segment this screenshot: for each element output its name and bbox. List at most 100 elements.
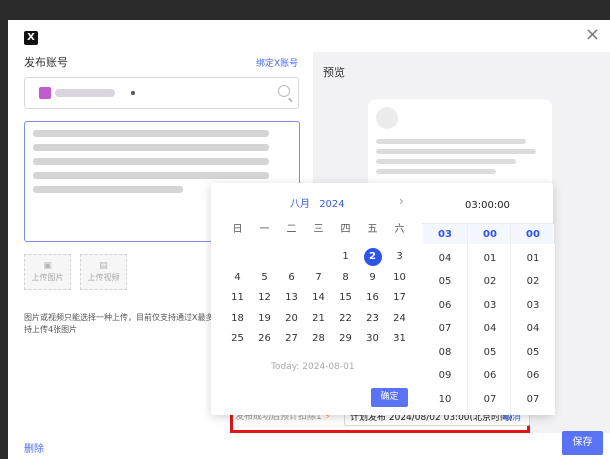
calendar-day[interactable]: 18	[224, 309, 251, 329]
hour-option[interactable]: 09	[423, 364, 467, 388]
calendar-day[interactable]: 23	[359, 309, 386, 329]
minute-option[interactable]: 07	[468, 388, 512, 412]
upload-note: 图片或视频只能选择一种上传，目前仅支持通过X最多支持上传4张图片	[24, 313, 222, 334]
calendar-day[interactable]: 16	[359, 288, 386, 308]
second-column[interactable]: 00 01 02 03 04 05 06 07	[510, 223, 555, 415]
calendar-day[interactable]: 13	[278, 288, 305, 308]
blurred-text-line	[33, 144, 269, 151]
minute-option[interactable]: 03	[468, 294, 512, 318]
calendar-day[interactable]: 12	[251, 288, 278, 308]
calendar-day[interactable]: 20	[278, 309, 305, 329]
x-logo-icon: X	[24, 31, 38, 45]
calendar-day-selected[interactable]: 2	[359, 247, 386, 267]
save-button[interactable]: 保存	[562, 431, 603, 455]
blurred-text-line	[33, 130, 269, 137]
hour-option[interactable]: 03	[423, 223, 467, 247]
second-option[interactable]: 07	[511, 388, 555, 412]
minute-option[interactable]: 05	[468, 341, 512, 365]
year-label[interactable]: 2024	[319, 199, 344, 210]
second-option[interactable]: 00	[511, 223, 555, 247]
footer-bar: 删除	[8, 433, 610, 459]
calendar-panel: 八月 2024 › 日一二三四五六 1 2 3 4 5 6 7 8 9 10 11 12 13 14 15 16…	[211, 183, 420, 415]
account-dot	[131, 91, 135, 95]
calendar-day[interactable]: 1	[332, 247, 359, 267]
minute-option[interactable]: 02	[468, 270, 512, 294]
second-option[interactable]: 06	[511, 364, 555, 388]
hour-option[interactable]: 07	[423, 317, 467, 341]
calendar-day[interactable]: 11	[224, 288, 251, 308]
calendar-day[interactable]: 3	[386, 247, 413, 267]
second-option[interactable]: 03	[511, 294, 555, 318]
calendar-day[interactable]: 25	[224, 329, 251, 349]
account-avatar	[39, 87, 51, 99]
calendar-day[interactable]: 7	[305, 268, 332, 288]
account-select[interactable]	[24, 77, 299, 109]
next-month-icon[interactable]: ›	[399, 194, 404, 208]
second-option[interactable]: 02	[511, 270, 555, 294]
calendar-day[interactable]: 14	[305, 288, 332, 308]
second-option[interactable]: 01	[511, 247, 555, 271]
weekday-label: 一	[259, 224, 270, 235]
preview-label: 预览	[323, 66, 345, 79]
hour-option[interactable]: 05	[423, 270, 467, 294]
weekday-label: 日	[232, 224, 243, 235]
minute-option[interactable]: 00	[468, 223, 512, 247]
weekday-label: 五	[367, 224, 378, 235]
calendar-day[interactable]: 6	[278, 268, 305, 288]
today-label[interactable]: Today: 2024-08-01	[271, 362, 355, 372]
second-option[interactable]: 04	[511, 317, 555, 341]
calendar-day[interactable]: 27	[278, 329, 305, 349]
minute-column[interactable]: 00 01 02 03 04 05 06 07	[467, 223, 512, 415]
calendar-day[interactable]: 30	[359, 329, 386, 349]
upload-video-button[interactable]: ▤ 上传视频	[80, 254, 127, 290]
hour-column[interactable]: 03 04 05 06 07 08 09 10	[423, 224, 467, 415]
calendar-day[interactable]: 5	[251, 268, 278, 288]
calendar-day[interactable]: 29	[332, 329, 359, 349]
video-icon: ▤	[99, 261, 108, 271]
calendar-day[interactable]: 9	[359, 268, 386, 288]
upload-image-button[interactable]: ▣ 上传图片	[24, 254, 71, 290]
calendar-header: 八月 2024 ›	[211, 194, 420, 211]
weekday-label: 四	[340, 224, 351, 235]
month-label[interactable]: 八月	[290, 199, 310, 210]
bind-account-link[interactable]: 绑定X账号	[256, 56, 298, 69]
calendar-day[interactable]: 26	[251, 329, 278, 349]
second-option[interactable]: 05	[511, 341, 555, 365]
preview-text-line	[376, 169, 496, 174]
preview-text-line	[376, 159, 516, 164]
hour-option[interactable]: 10	[423, 388, 467, 412]
upload-image-label: 上传图片	[31, 273, 64, 282]
preview-card	[368, 99, 552, 189]
calendar-day[interactable]: 31	[386, 329, 413, 349]
calendar-day[interactable]: 22	[332, 309, 359, 329]
hour-option[interactable]: 04	[423, 247, 467, 271]
search-icon[interactable]	[278, 85, 290, 97]
preview-avatar	[376, 107, 398, 129]
calendar-day[interactable]: 28	[305, 329, 332, 349]
upload-video-label: 上传视频	[87, 273, 120, 282]
delete-link[interactable]: 删除	[24, 440, 44, 455]
weekday-label: 三	[313, 224, 324, 235]
hour-option[interactable]: 08	[423, 341, 467, 365]
blurred-text-line	[33, 172, 269, 179]
calendar-day[interactable]: 24	[386, 309, 413, 329]
calendar-day[interactable]: 17	[386, 288, 413, 308]
weekday-label: 六	[394, 224, 405, 235]
weekday-label: 二	[286, 224, 297, 235]
calendar-day[interactable]: 8	[332, 268, 359, 288]
month-year-label[interactable]: 八月 2024	[290, 195, 345, 210]
minute-option[interactable]: 04	[468, 317, 512, 341]
calendar-day[interactable]: 19	[251, 309, 278, 329]
blurred-text-line	[33, 186, 183, 193]
hour-option[interactable]: 06	[423, 294, 467, 318]
time-display: 03:00:00	[465, 200, 510, 211]
calendar-day[interactable]: 15	[332, 288, 359, 308]
confirm-button[interactable]: 确定	[371, 388, 408, 407]
calendar-day[interactable]: 21	[305, 309, 332, 329]
minute-option[interactable]: 01	[468, 247, 512, 271]
account-name-blurred	[55, 89, 115, 97]
calendar-day[interactable]: 4	[224, 268, 251, 288]
minute-option[interactable]: 06	[468, 364, 512, 388]
close-icon[interactable]: ×	[585, 24, 600, 45]
calendar-day[interactable]: 10	[386, 268, 413, 288]
